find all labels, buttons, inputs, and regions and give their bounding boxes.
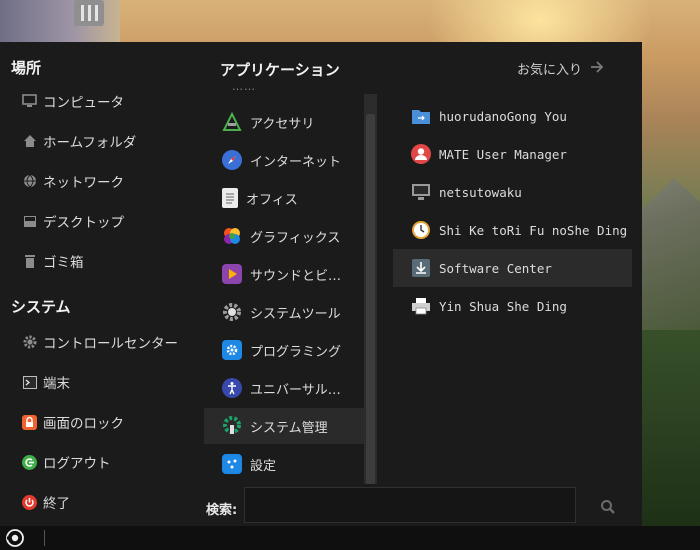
scroll-hint: …… [232, 80, 256, 93]
desktop-launcher-icon[interactable] [74, 0, 104, 26]
printer-icon [411, 296, 431, 316]
app-label: huorudanoGong You [439, 108, 567, 124]
accessories-icon [222, 112, 242, 132]
app-label: netsutowaku [439, 184, 522, 200]
app-label: MATE User Manager [439, 146, 567, 162]
gear-icon [22, 335, 37, 350]
category-label: グラフィックス [250, 230, 341, 246]
taskbar [0, 526, 700, 550]
place-network[interactable]: ネットワーク [22, 169, 124, 193]
search-label: 検索: [206, 503, 238, 518]
user-icon [411, 144, 431, 164]
app-printer-settings[interactable]: Yin Shua She Ding [393, 287, 632, 325]
system-control-center[interactable]: コントロールセンター [22, 330, 178, 354]
system-tools-icon [222, 302, 242, 322]
programming-icon [222, 340, 242, 360]
category-graphics[interactable]: グラフィックス [204, 218, 364, 254]
application-menu: 場所 コンピュータ ホームフォルダ ネットワーク デスクトップ ゴミ箱 システム… [0, 42, 642, 526]
system-logout[interactable]: ログアウト [22, 450, 111, 474]
category-universal-access[interactable]: ユニバーサル… [204, 370, 364, 406]
category-scrollbar-thumb[interactable] [366, 114, 375, 484]
document-icon [222, 188, 238, 208]
place-label: デスクトップ [43, 215, 124, 231]
app-software-center[interactable]: Software Center [393, 249, 632, 287]
network-monitor-icon [411, 182, 431, 202]
favorites-label: お気に入り [517, 63, 583, 78]
favorites-button[interactable]: お気に入り [517, 59, 604, 78]
place-label: コンピュータ [43, 95, 124, 111]
settings-icon [222, 454, 242, 474]
category-label: インターネット [250, 154, 342, 170]
clock-icon [411, 220, 431, 240]
start-menu-icon[interactable] [5, 528, 25, 548]
power-icon [22, 494, 37, 510]
search-icon[interactable] [598, 497, 618, 517]
arrow-right-icon [590, 60, 604, 77]
app-label: Shi Ke toRi Fu noShe Ding [439, 222, 628, 238]
system-lock-screen[interactable]: 画面のロック [22, 410, 124, 434]
system-terminal[interactable]: 端末 [22, 370, 70, 394]
multimedia-icon [222, 264, 242, 284]
category-label: アクセサリ [250, 116, 315, 132]
applications-title: アプリケーション [220, 61, 340, 79]
category-settings[interactable]: 設定 [204, 446, 364, 482]
category-label: プログラミング [250, 344, 342, 360]
category-programming[interactable]: プログラミング [204, 332, 364, 368]
search-input[interactable] [244, 487, 576, 523]
category-label: システムツール [250, 306, 341, 322]
system-title: システム [11, 298, 71, 316]
category-system-tools[interactable]: システムツール [204, 294, 364, 330]
download-icon [411, 258, 431, 278]
app-label: Software Center [439, 260, 552, 276]
system-label: 画面のロック [43, 416, 124, 432]
category-label: サウンドとビ… [250, 268, 342, 284]
category-label: 設定 [250, 458, 277, 474]
folder-share-icon [411, 106, 431, 126]
app-shared-folder[interactable]: huorudanoGong You [393, 97, 632, 135]
places-system-column: 場所 コンピュータ ホームフォルダ ネットワーク デスクトップ ゴミ箱 システム… [0, 42, 200, 526]
system-label: 終了 [43, 496, 70, 512]
taskbar-separator [44, 530, 45, 546]
app-time-date[interactable]: Shi Ke toRi Fu noShe Ding [393, 211, 632, 249]
app-network[interactable]: netsutowaku [393, 173, 632, 211]
places-title: 場所 [11, 59, 42, 77]
lock-icon [22, 414, 37, 430]
app-user-manager[interactable]: MATE User Manager [393, 135, 632, 173]
category-internet[interactable]: インターネット [204, 142, 364, 178]
administration-icon [222, 416, 242, 436]
category-multimedia[interactable]: サウンドとビ… [204, 256, 364, 292]
place-label: ホームフォルダ [43, 135, 137, 151]
compass-icon [222, 150, 242, 170]
category-office[interactable]: オフィス [204, 180, 364, 216]
place-home[interactable]: ホームフォルダ [22, 129, 136, 153]
system-label: 端末 [43, 376, 70, 392]
category-label: オフィス [246, 192, 298, 208]
network-icon [22, 174, 37, 189]
trash-icon [22, 254, 37, 269]
place-computer[interactable]: コンピュータ [22, 89, 124, 113]
app-label: Yin Shua She Ding [439, 298, 567, 314]
accessibility-icon [222, 378, 242, 398]
place-label: ゴミ箱 [43, 255, 84, 271]
place-label: ネットワーク [43, 175, 124, 191]
category-administration[interactable]: システム管理 [204, 408, 364, 444]
graphics-icon [222, 226, 242, 246]
monitor-icon [22, 94, 37, 109]
logout-icon [22, 454, 37, 470]
system-label: ログアウト [43, 456, 111, 472]
category-label: システム管理 [250, 420, 328, 436]
place-trash[interactable]: ゴミ箱 [22, 249, 84, 273]
system-shutdown[interactable]: 終了 [22, 490, 70, 514]
system-label: コントロールセンター [43, 336, 178, 352]
terminal-icon [22, 375, 37, 390]
place-desktop[interactable]: デスクトップ [22, 209, 124, 233]
desktop-icon [22, 214, 37, 229]
category-accessories[interactable]: アクセサリ [204, 104, 364, 140]
home-icon [22, 134, 37, 149]
category-label: ユニバーサル… [250, 382, 341, 398]
